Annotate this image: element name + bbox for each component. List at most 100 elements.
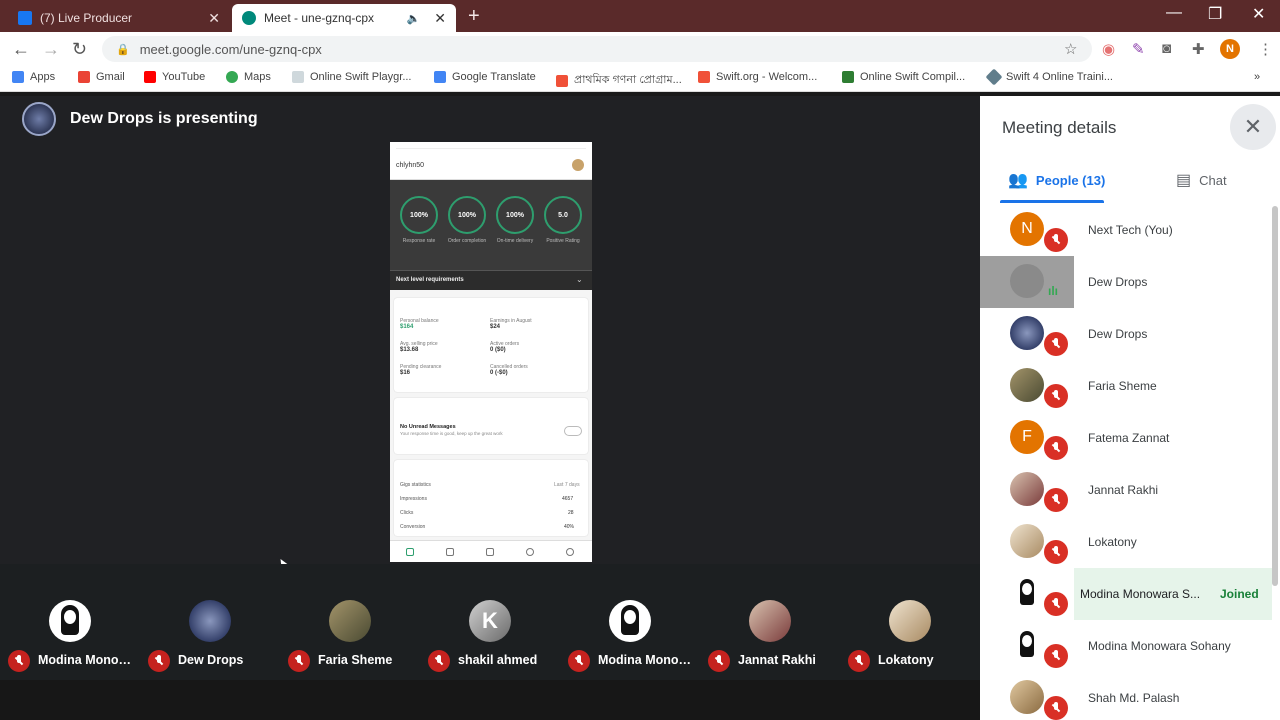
swift-org-icon [698,71,710,83]
bookmark-gmail[interactable]: Gmail [78,71,125,83]
tab-people[interactable]: 👥 People (13) [1008,170,1105,190]
gig-value: 28 [568,510,574,516]
avatar-box: N [980,204,1074,256]
list-item[interactable]: Faria Sheme [980,360,1272,412]
bookmark-apps[interactable]: Apps [12,71,55,83]
mic-off-icon [288,650,310,672]
bookmark-label: Maps [244,71,271,83]
participant-name: Fatema Zannat [1088,431,1170,445]
presenter-label: Dew Drops is presenting [70,110,258,127]
list-item[interactable]: ılı Dew Drops [980,256,1272,308]
gig-label: Clicks [400,510,414,516]
puzzle-icon[interactable]: ✚ [1192,40,1205,58]
participant-name: Lokatony [1088,535,1137,549]
minimize-icon[interactable]: — [1166,4,1182,22]
restore-icon[interactable]: ❐ [1208,4,1222,24]
reload-icon[interactable]: ↻ [72,39,87,60]
bookmark-bengali[interactable]: প্রাথমিক গণনা প্রোগ্রাম... [556,71,682,90]
mic-off-icon [148,650,170,672]
list-item[interactable]: Lokatony [980,516,1272,568]
mic-off-icon [1044,696,1068,720]
bookmark-maps[interactable]: Maps [226,71,271,83]
participant-name: Modina Monowara S... [598,653,698,667]
mic-off-icon [1044,592,1068,616]
menu-icon[interactable]: ⋮ [1258,40,1273,58]
avatar-box [980,568,1074,620]
tab-label: Chat [1199,172,1227,188]
participant-name: Jannat Rakhi [738,653,816,667]
profile-avatar[interactable]: N [1220,39,1240,59]
avatar [889,600,931,642]
pen-extension-icon[interactable]: ✎ [1132,40,1145,58]
avatar [49,600,91,642]
participant-tile[interactable]: Modina Monowara S... [560,564,700,680]
list-item[interactable]: Modina Monowara Sohany [980,620,1272,672]
list-item[interactable]: Jannat Rakhi [980,464,1272,516]
bookmark-label: Swift.org - Welcom... [716,71,818,83]
close-window-icon[interactable]: ✕ [1252,4,1265,24]
tab-live-producer[interactable]: (7) Live Producer ✕ [8,4,230,32]
list-item[interactable]: Dew Drops [980,308,1272,360]
participant-tile[interactable]: Faria Sheme [280,564,420,680]
list-item[interactable]: F Fatema Zannat [980,412,1272,464]
mic-off-icon [848,650,870,672]
participant-list[interactable]: N Next Tech (You) ılı Dew Drops Dew Drop… [980,204,1280,720]
bookmark-google-translate[interactable]: Google Translate [434,71,536,83]
avatar [1010,524,1044,558]
browser-toolbar: ← → ↻ 🔒 meet.google.com/une-gznq-cpx ☆ ◉… [0,32,1280,66]
close-tab-icon[interactable]: ✕ [434,10,446,27]
meet-stage: Dew Drops is presenting chlyhn50 100% 10… [0,96,980,720]
avatar-box [980,516,1074,568]
inbox-toggle [564,426,582,436]
back-icon[interactable]: ← [12,39,30,60]
speaker-icon[interactable]: 🔈 [407,12,421,25]
earning-value: 0 ($0) [490,347,506,353]
gmail-icon [78,71,90,83]
gig-label: Conversion [400,524,426,530]
phone-bottom-nav [390,540,592,562]
avatar-box [980,308,1074,360]
tab-meet[interactable]: Meet - une-gznq-cpx 🔈 ✕ [232,4,456,32]
orders-icon [486,548,494,556]
participant-tile[interactable]: K shakil ahmed [420,564,560,680]
bookmark-swift-playground[interactable]: Online Swift Playgr... [292,71,412,83]
participant-tile[interactable]: Dew Drops [140,564,280,680]
list-item[interactable]: Shah Md. Palash [980,672,1272,720]
camera-icon[interactable]: ◙ [1162,40,1171,57]
active-tab-indicator [1000,200,1104,203]
avatar: N [1010,212,1044,246]
participant-tile[interactable]: Modina Monowara S... [0,564,140,680]
extension-icon[interactable]: ◉ [1102,40,1115,58]
bookmark-swift-training[interactable]: Swift 4 Online Traini... [985,68,1113,86]
scrollbar[interactable] [1272,206,1278,586]
participant-name: Modina Monowara S... [38,653,138,667]
bookmark-star-icon[interactable]: ☆ [1064,40,1077,58]
close-panel-button[interactable]: ✕ [1230,104,1276,150]
earning-value: $13.68 [400,347,419,353]
earning-value: $24 [490,324,501,330]
control-bar [0,680,980,720]
close-tab-icon[interactable]: ✕ [208,10,220,27]
participant-tile[interactable]: Lokatony [840,564,980,680]
avatar-box: ılı [980,256,1074,308]
new-tab-button[interactable]: + [468,5,480,28]
participant-tile[interactable]: Jannat Rakhi [700,564,840,680]
panel-title: Meeting details [1002,118,1117,137]
bookmark-label: YouTube [162,71,206,83]
bookmark-swift-org[interactable]: Swift.org - Welcom... [698,71,817,83]
stat-label: Order completion [447,238,487,244]
list-item[interactable]: Modina Monowara S... Joined [980,568,1272,620]
bookmark-youtube[interactable]: YouTube [144,71,205,83]
bell-icon [526,548,534,556]
face-shape [64,610,76,624]
meet-icon [242,11,256,25]
tab-chat[interactable]: ▤ Chat [1176,170,1227,190]
bookmark-swift-compiler[interactable]: Online Swift Compil... [842,71,965,83]
participant-name: shakil ahmed [458,653,538,667]
address-bar[interactable]: 🔒 meet.google.com/une-gznq-cpx [102,36,1092,62]
more-bookmarks-icon[interactable]: » [1254,71,1260,83]
list-item[interactable]: N Next Tech (You) [980,204,1272,256]
forward-icon[interactable]: → [42,39,60,60]
gig-label: Gigs statistics [400,482,431,488]
avatar [1010,628,1044,662]
